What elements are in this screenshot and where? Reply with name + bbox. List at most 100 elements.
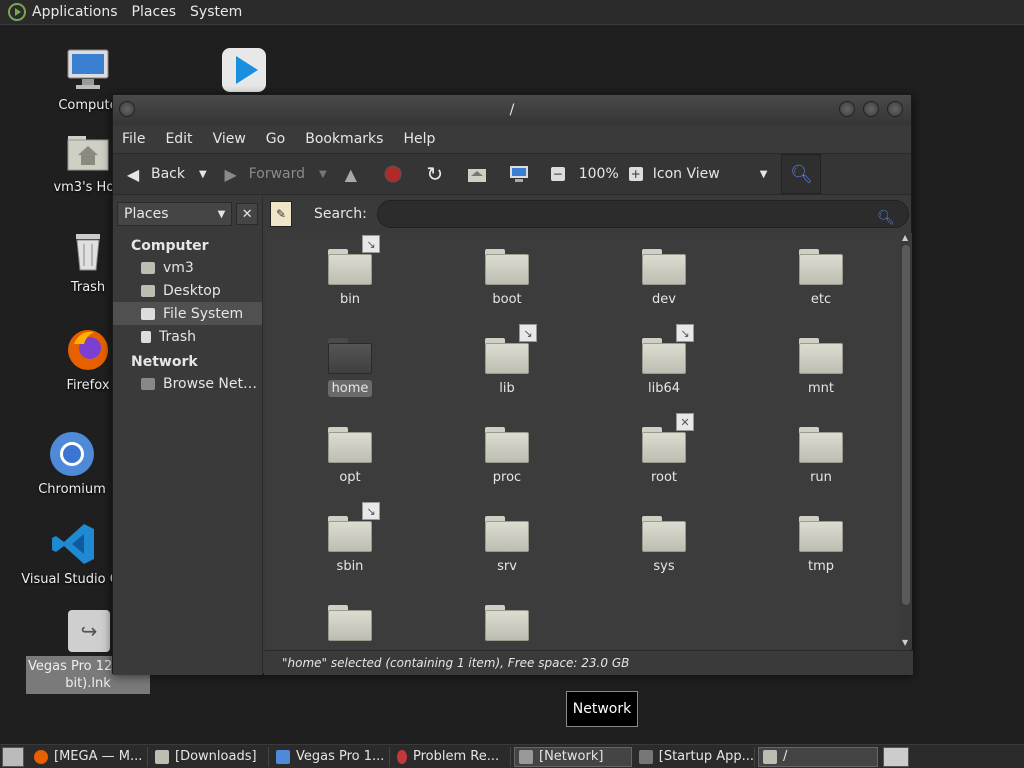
show-desktop-icon[interactable] bbox=[2, 746, 24, 767]
task-problem-report[interactable]: Problem Re... bbox=[393, 746, 511, 767]
folder-icon bbox=[485, 516, 529, 552]
file-item[interactable]: ↘ bin bbox=[290, 235, 410, 308]
status-bar: "home" selected (containing 1 item), Fre… bbox=[264, 650, 913, 675]
task-startup-apps[interactable]: [Startup App... bbox=[635, 746, 755, 767]
chevron-down-icon: ▼ bbox=[217, 208, 226, 220]
sidebar-item-trash[interactable]: Trash bbox=[113, 325, 262, 348]
file-item[interactable]: proc bbox=[447, 427, 567, 486]
sidebar-section-computer: Computer bbox=[131, 238, 209, 254]
sidebar-item-file-system[interactable]: File System bbox=[113, 302, 262, 325]
back-label: Back bbox=[151, 166, 185, 182]
zoom-in-button[interactable]: + bbox=[628, 167, 643, 181]
file-item[interactable]: opt bbox=[290, 427, 410, 486]
sidebar-close-button[interactable]: ✕ bbox=[236, 203, 258, 225]
window-title: / bbox=[509, 102, 515, 118]
menu-places[interactable]: Places bbox=[132, 4, 177, 20]
stop-button[interactable] bbox=[383, 164, 411, 184]
search-toggle-button[interactable]: 🔍︎ bbox=[781, 154, 822, 194]
play-icon bbox=[220, 46, 268, 94]
up-button[interactable]: ▲ bbox=[341, 164, 369, 184]
file-item[interactable]: ↘ lib64 bbox=[604, 324, 724, 397]
file-item[interactable]: etc bbox=[761, 249, 881, 308]
file-item[interactable]: srv bbox=[447, 516, 567, 575]
zoom-out-button[interactable]: − bbox=[550, 167, 573, 181]
scroll-down-icon[interactable]: ▼ bbox=[902, 638, 908, 647]
menu-help[interactable]: Help bbox=[403, 131, 435, 147]
computer-button[interactable] bbox=[509, 164, 537, 184]
file-name: dev bbox=[652, 292, 676, 307]
sidebar-section-network: Network bbox=[131, 354, 198, 370]
mint-menu-icon[interactable] bbox=[8, 3, 26, 21]
folder-icon bbox=[485, 427, 529, 463]
reload-button[interactable]: ↻ bbox=[425, 162, 453, 186]
menu-file[interactable]: File bbox=[122, 131, 145, 147]
close-icon: ✕ bbox=[241, 206, 253, 222]
folder-icon bbox=[799, 427, 843, 463]
file-name: bin bbox=[339, 292, 361, 307]
window-menu-icon[interactable] bbox=[119, 101, 135, 117]
file-grid: ↘ bin boot dev etc home ↘ lib ↘ lib64 mnt opt proc ✕ r… bbox=[266, 233, 900, 649]
desktop-icon-label: bit).lnk bbox=[65, 676, 111, 691]
firefox-icon bbox=[34, 749, 48, 764]
places-dropdown[interactable]: Places ▼ bbox=[117, 202, 233, 226]
file-item[interactable]: home bbox=[290, 338, 410, 397]
zoom-out-icon: − bbox=[550, 167, 565, 181]
vertical-scrollbar[interactable]: ▲ ▼ bbox=[900, 233, 912, 649]
file-item[interactable]: sys bbox=[604, 516, 724, 575]
file-item[interactable]: ↘ lib bbox=[447, 324, 567, 397]
forward-history-dropdown-icon[interactable]: ▼ bbox=[319, 169, 327, 180]
maximize-icon[interactable] bbox=[863, 101, 879, 117]
sidebar-item-desktop[interactable]: Desktop bbox=[113, 279, 262, 302]
folder-icon bbox=[642, 249, 686, 285]
close-icon[interactable] bbox=[887, 101, 903, 117]
file-item[interactable]: tmp bbox=[761, 516, 881, 575]
desktop-folder-icon bbox=[141, 284, 155, 297]
menu-bookmarks[interactable]: Bookmarks bbox=[305, 131, 383, 147]
file-item[interactable] bbox=[290, 605, 410, 649]
menu-go[interactable]: Go bbox=[266, 131, 285, 147]
shortcut-icon: ↪ bbox=[68, 610, 110, 652]
home-folder-icon bbox=[141, 261, 155, 274]
file-item[interactable]: ✕ root bbox=[604, 413, 724, 486]
desktop-icon-media-player[interactable] bbox=[184, 46, 304, 98]
note-icon[interactable]: ✎ bbox=[270, 201, 292, 227]
menu-applications[interactable]: Applications bbox=[32, 4, 118, 20]
file-item[interactable]: mnt bbox=[761, 338, 881, 397]
home-icon bbox=[467, 164, 487, 184]
task-mega[interactable]: [MEGA — M... bbox=[30, 746, 148, 767]
search-bar: ✎ Search: 🔍︎ bbox=[264, 196, 913, 232]
search-input[interactable] bbox=[376, 200, 909, 228]
file-item[interactable]: ↘ sbin bbox=[290, 502, 410, 575]
toolbar: ◀ Back ▼ ▶ Forward ▼ ▲ ↻ − 100% + Icon V… bbox=[113, 153, 911, 195]
file-name: home bbox=[327, 380, 373, 397]
zoom-level[interactable]: 100% bbox=[579, 166, 619, 182]
workspace-switcher-icon[interactable] bbox=[883, 746, 909, 767]
task-vegas-pro[interactable]: Vegas Pro 1... bbox=[272, 746, 390, 767]
menu-system[interactable]: System bbox=[190, 4, 242, 20]
folder-icon: ↘ bbox=[485, 324, 537, 374]
task-network[interactable]: [Network] bbox=[514, 746, 632, 767]
file-item[interactable]: boot bbox=[447, 249, 567, 308]
minimize-icon[interactable] bbox=[839, 101, 855, 117]
sidebar-item-browse-network[interactable]: Browse Net… bbox=[113, 372, 262, 395]
back-button[interactable]: ◀ Back bbox=[123, 164, 185, 184]
home-button[interactable] bbox=[467, 164, 495, 184]
menu-edit[interactable]: Edit bbox=[165, 131, 192, 147]
window-titlebar[interactable]: / bbox=[113, 95, 911, 125]
task-downloads[interactable]: [Downloads] bbox=[151, 746, 269, 767]
menu-view[interactable]: View bbox=[213, 131, 246, 147]
file-item[interactable]: run bbox=[761, 427, 881, 486]
no-access-emblem-icon: ✕ bbox=[676, 413, 694, 431]
reload-icon: ↻ bbox=[426, 162, 444, 186]
back-history-dropdown-icon[interactable]: ▼ bbox=[199, 169, 207, 180]
sidebar-item-vm3[interactable]: vm3 bbox=[113, 256, 262, 279]
view-mode-dropdown-icon[interactable]: ▼ bbox=[760, 169, 768, 180]
file-item[interactable]: dev bbox=[604, 249, 724, 308]
file-item[interactable] bbox=[447, 605, 567, 649]
forward-button[interactable]: ▶ Forward bbox=[221, 164, 305, 184]
scrollbar-thumb[interactable] bbox=[902, 245, 910, 605]
view-mode-select[interactable]: Icon View bbox=[653, 166, 720, 182]
task-file-system[interactable]: / bbox=[758, 746, 878, 767]
file-name: proc bbox=[492, 470, 522, 485]
scroll-up-icon[interactable]: ▲ bbox=[902, 233, 908, 242]
